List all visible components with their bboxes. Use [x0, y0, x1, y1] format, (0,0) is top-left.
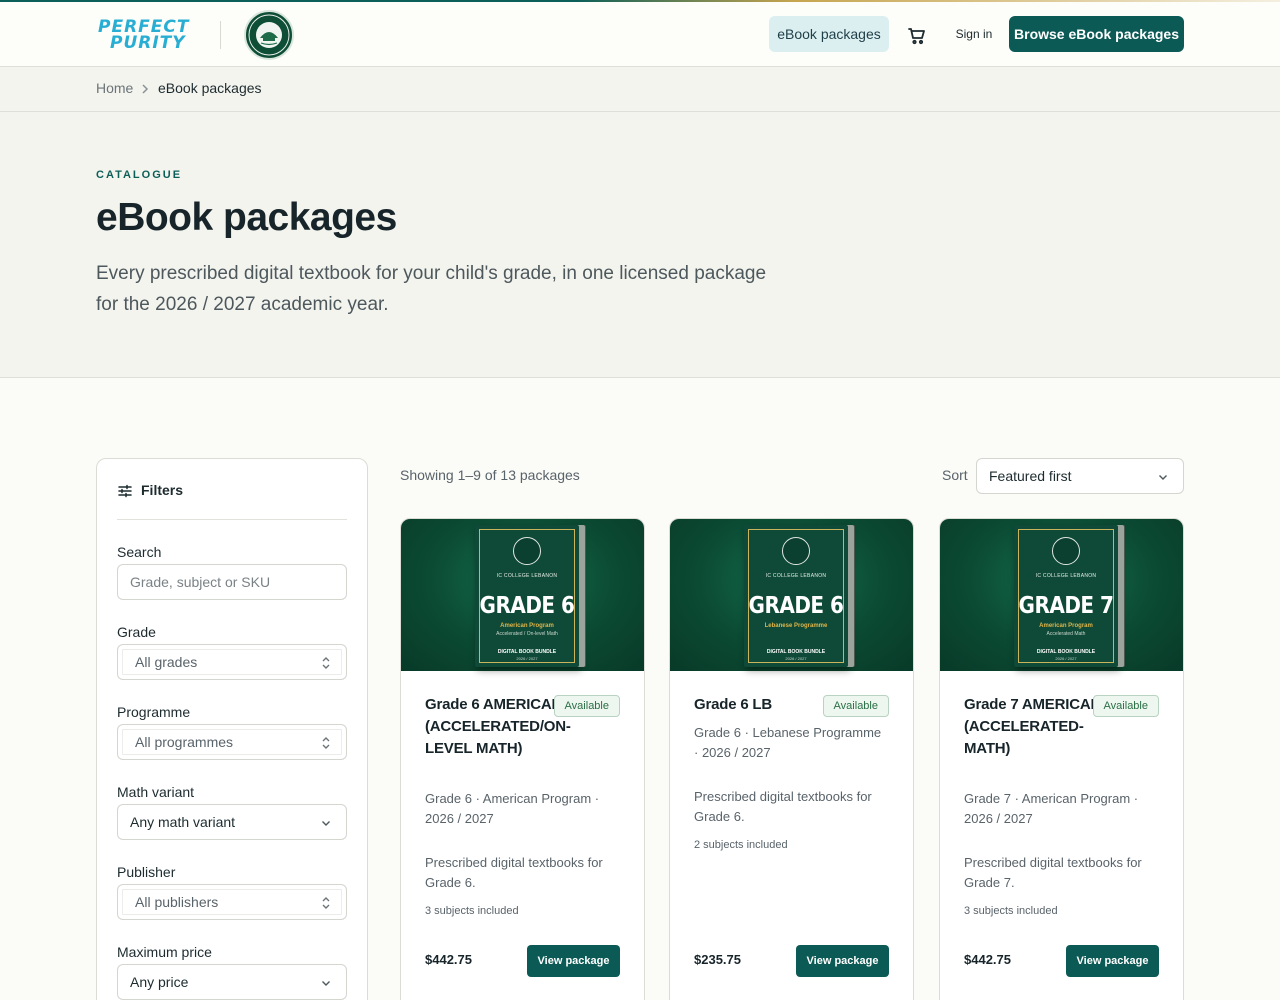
package-cover: IC COLLEGE LEBANON GRADE 7 American Prog… — [940, 519, 1183, 671]
chevron-right-icon — [139, 82, 151, 96]
hero-eyebrow: CATALOGUE — [96, 169, 183, 181]
package-title[interactable]: Grade 7 AMERICAN (ACCELERATED-MATH) — [964, 694, 1104, 760]
availability-badge: Available — [553, 695, 620, 717]
breadcrumb-current: eBook packages — [158, 80, 262, 96]
chevron-up-down-icon — [322, 897, 330, 909]
breadcrumb: Home eBook packages — [0, 67, 1280, 112]
perfect-purity-logo[interactable]: PERFECT PURITY — [98, 19, 198, 53]
nav-ebook-packages[interactable]: eBook packages — [769, 16, 889, 52]
shopping-cart-icon[interactable] — [905, 24, 929, 48]
book-seal-icon — [782, 537, 810, 565]
programme-select-value: All programmes — [135, 734, 234, 750]
site-header: PERFECT PURITY eBook packages Sign in Br… — [0, 2, 1280, 67]
package-cover: IC COLLEGE LEBANON GRADE 6 American Prog… — [401, 519, 644, 671]
cover-grade: GRADE 6 — [479, 591, 575, 619]
filters-panel: Filters Search Grade, subject or SKU Gra… — [96, 458, 368, 1000]
sign-in-link[interactable]: Sign in — [948, 16, 1000, 52]
logo-divider — [220, 21, 221, 49]
sort-select[interactable]: Featured first — [976, 458, 1184, 494]
package-price: $235.75 — [694, 952, 741, 967]
package-card[interactable]: IC COLLEGE LEBANON GRADE 6 Lebanese Prog… — [669, 518, 914, 1000]
max-price-label: Maximum price — [117, 944, 212, 960]
math-variant-select[interactable]: Any math variant — [117, 804, 347, 840]
page-title: eBook packages — [96, 196, 397, 239]
results-count: Showing 1–9 of 13 packages — [400, 467, 580, 483]
grade-select[interactable]: All grades — [117, 644, 347, 680]
package-description: Prescribed digital textbooks for Grade 6… — [694, 789, 872, 824]
filters-divider — [117, 519, 347, 520]
publisher-select[interactable]: All publishers — [117, 884, 347, 920]
subjects-count: 3 subjects included — [964, 905, 1058, 917]
subjects-count: 2 subjects included — [694, 839, 788, 851]
view-package-button[interactable]: View package — [527, 945, 620, 977]
package-card[interactable]: IC COLLEGE LEBANON GRADE 6 American Prog… — [400, 518, 645, 1000]
package-description: Prescribed digital textbooks for Grade 6… — [425, 855, 603, 890]
package-title[interactable]: Grade 6 LB — [694, 694, 834, 716]
chevron-down-icon — [322, 981, 330, 986]
breadcrumb-home[interactable]: Home — [96, 80, 133, 96]
subjects-count: 3 subjects included — [425, 905, 519, 917]
package-meta: Grade 6 · Lebanese Programme · 2026 / 20… — [694, 725, 882, 760]
seal-emblem-icon — [248, 14, 290, 56]
chevron-down-icon — [1159, 475, 1167, 480]
cover-year: 2026 / 2027 — [516, 656, 538, 661]
package-meta: Grade 6 · American Program · 2026 / 2027 — [425, 791, 600, 826]
school-seal-logo[interactable] — [244, 10, 294, 60]
package-description: Prescribed digital textbooks for Grade 7… — [964, 855, 1142, 890]
cover-bundle: DIGITAL BOOK BUNDLE — [1036, 649, 1096, 655]
grade-select-value: All grades — [135, 654, 198, 670]
programme-select[interactable]: All programmes — [117, 724, 347, 760]
max-price-select[interactable]: Any price — [117, 964, 347, 1000]
cover-program: American Program — [500, 623, 554, 629]
cover-school: IC COLLEGE LEBANON — [765, 573, 827, 579]
availability-badge: Available — [822, 695, 889, 717]
math-variant-select-value: Any math variant — [130, 814, 236, 830]
package-title[interactable]: Grade 6 AMERICAN (ACCELERATED/ON-LEVEL M… — [425, 694, 571, 760]
chevron-up-down-icon — [322, 657, 330, 669]
publisher-label: Publisher — [117, 864, 176, 880]
cover-grade: GRADE 7 — [1018, 591, 1114, 619]
cover-year: 2026 / 2027 — [785, 656, 807, 661]
cover-program: American Program — [1039, 623, 1093, 629]
page-subtitle: Every prescribed digital textbook for yo… — [96, 263, 767, 315]
math-variant-label: Math variant — [117, 784, 195, 800]
book-seal-icon — [1052, 537, 1080, 565]
cover-school: IC COLLEGE LEBANON — [496, 573, 558, 579]
package-price: $442.75 — [425, 952, 472, 967]
book-cover-image: IC COLLEGE LEBANON GRADE 6 American Prog… — [475, 525, 579, 667]
cover-variant: Accelerated / On-level Math — [496, 631, 558, 637]
view-package-button[interactable]: View package — [1066, 945, 1159, 977]
publisher-select-value: All publishers — [135, 894, 219, 910]
chevron-up-down-icon — [322, 737, 330, 749]
sort-label: Sort — [942, 467, 968, 483]
page-hero: CATALOGUE eBook packages Every prescribe… — [0, 112, 1280, 378]
sort-select-value: Featured first — [989, 468, 1072, 484]
package-meta: Grade 7 · American Program · 2026 / 2027 — [964, 791, 1139, 826]
search-input[interactable]: Grade, subject or SKU — [117, 564, 347, 600]
logo-line-2: PURITY — [110, 33, 186, 53]
view-package-button[interactable]: View package — [796, 945, 889, 977]
cover-grade: GRADE 6 — [748, 591, 844, 619]
book-cover-image: IC COLLEGE LEBANON GRADE 7 American Prog… — [1014, 525, 1118, 667]
cover-bundle: DIGITAL BOOK BUNDLE — [497, 649, 557, 655]
cover-program: Lebanese Programme — [764, 623, 828, 629]
book-cover-image: IC COLLEGE LEBANON GRADE 6 Lebanese Prog… — [744, 525, 848, 667]
search-label: Search — [117, 544, 162, 560]
availability-badge: Available — [1092, 695, 1159, 717]
cover-school: IC COLLEGE LEBANON — [1035, 573, 1097, 579]
book-seal-icon — [513, 537, 541, 565]
package-card[interactable]: IC COLLEGE LEBANON GRADE 7 American Prog… — [939, 518, 1184, 1000]
grade-label: Grade — [117, 624, 156, 640]
package-cover: IC COLLEGE LEBANON GRADE 6 Lebanese Prog… — [670, 519, 913, 671]
cover-bundle: DIGITAL BOOK BUNDLE — [766, 649, 826, 655]
browse-ebook-packages-button[interactable]: Browse eBook packages — [1009, 16, 1184, 52]
programme-label: Programme — [117, 704, 191, 720]
cover-variant: Accelerated Math — [1046, 631, 1086, 637]
package-price: $442.75 — [964, 952, 1011, 967]
chevron-down-icon — [322, 821, 330, 826]
sliders-icon — [118, 484, 132, 498]
cover-year: 2026 / 2027 — [1055, 656, 1077, 661]
filters-title: Filters — [141, 482, 184, 498]
max-price-select-value: Any price — [130, 974, 189, 990]
